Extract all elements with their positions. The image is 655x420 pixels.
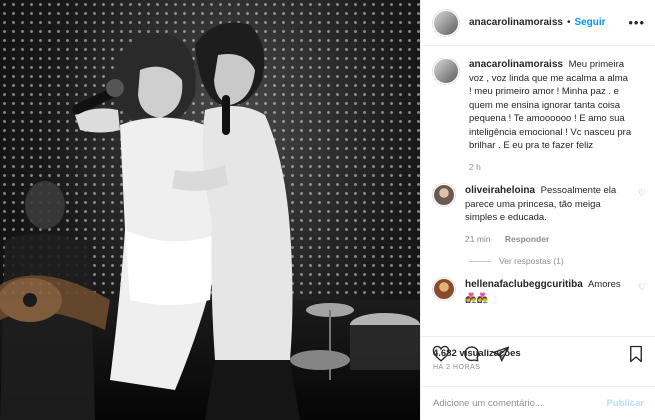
drum-kit [290,303,420,380]
view-replies-label: Ver respostas (1) [499,256,564,266]
caption-username[interactable]: anacarolinamoraiss [469,59,563,70]
caption-comment: anacarolinamoraiss Meu primeira voz , vo… [433,58,646,174]
heart-icon[interactable]: ♡ [638,188,646,199]
heart-icon[interactable]: ♡ [638,282,646,293]
more-dots-icon[interactable]: ••• [628,15,645,30]
commenter-username[interactable]: oliveiraheloina [465,185,535,196]
add-comment-bar: Publicar [421,386,655,420]
list-item: hellenafaclubeggcuritiba Amores 👩‍❤️‍👨👩‍… [433,278,646,305]
post-time: HÁ 2 HORAS [433,364,481,371]
caption-time: 2 h [469,161,481,172]
comment-input[interactable] [433,398,607,409]
commenter-username[interactable]: hellenafaclubeggcuritiba [465,279,583,290]
separator-dot: • [566,17,571,28]
commenter-avatar[interactable] [433,184,455,206]
author-username[interactable]: anacarolinamoraiss [469,17,563,28]
caption-text: Meu primeira voz , voz linda que me acal… [469,59,632,151]
publish-button[interactable]: Publicar [607,398,645,409]
replies-divider [469,260,491,262]
follow-button[interactable]: Seguir [574,17,605,28]
performers-illustration [0,22,420,420]
comment-time: 21 min [465,233,491,244]
author-avatar-caption[interactable] [433,58,459,84]
view-replies-button[interactable]: Ver respostas (1) [469,256,646,266]
author-avatar[interactable] [433,9,459,36]
guitarist-figure [0,181,110,420]
post-photo[interactable] [0,0,420,420]
views-count[interactable]: 4.682 visualizações [433,348,521,359]
comments-list: anacarolinamoraiss Meu primeira voz , vo… [421,58,655,328]
reply-button[interactable]: Responder [505,234,549,244]
singer-woman-figure [72,33,225,390]
commenter-avatar[interactable] [433,278,455,300]
list-item: oliveiraheloina Pessoalmente ela parece … [433,184,646,246]
post-header: anacarolinamoraiss • Seguir ••• [421,0,655,46]
bookmark-icon[interactable] [626,344,646,364]
post-sidebar: anacarolinamoraiss • Seguir ••• anacarol… [420,0,655,420]
